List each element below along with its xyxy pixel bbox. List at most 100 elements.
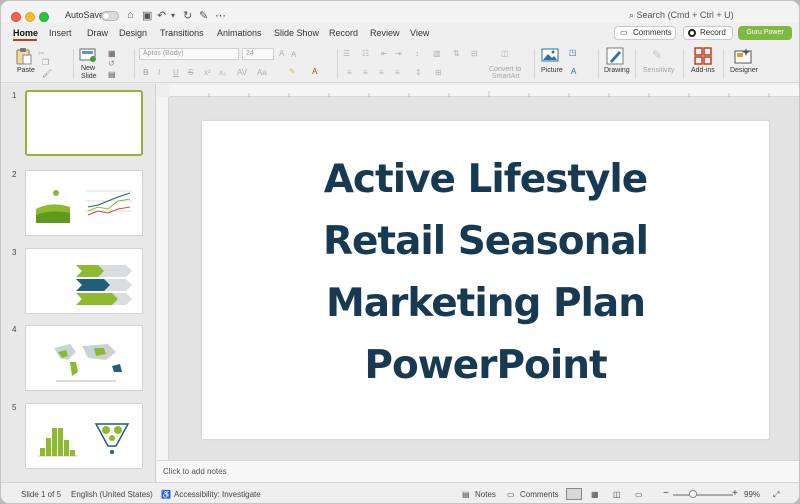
increase-indent-icon[interactable]: ⇥ <box>395 49 402 58</box>
horizontal-ruler-ticks <box>208 91 770 97</box>
notes-icon[interactable]: ▤ <box>462 490 470 499</box>
notes-toggle[interactable]: Notes <box>475 490 496 499</box>
home-icon[interactable]: ⌂ <box>127 9 134 21</box>
tab-draw[interactable]: Draw <box>87 28 108 38</box>
zoom-in-icon[interactable]: + <box>732 488 738 499</box>
zoom-window-button[interactable] <box>39 12 49 22</box>
comments-button[interactable]: ▭ Comments <box>614 26 676 40</box>
zoom-out-icon[interactable]: − <box>663 488 669 499</box>
paragraph-spacing-icon[interactable]: ⇕ <box>415 68 422 77</box>
paste-icon[interactable] <box>15 47 33 65</box>
align-text-icon[interactable]: ⊟ <box>471 49 478 58</box>
slide-sorter-icon[interactable]: ▦ <box>591 490 599 499</box>
text-direction-icon[interactable]: ⇅ <box>453 49 460 58</box>
sensitivity-icon[interactable]: ✎ <box>652 48 662 62</box>
normal-view-icon[interactable] <box>566 488 582 500</box>
change-case-icon[interactable]: Aa <box>257 68 267 77</box>
section-icon[interactable]: ▤ <box>108 70 116 79</box>
highlight-icon[interactable]: ✎ <box>289 67 296 76</box>
decrease-indent-icon[interactable]: ⇤ <box>381 49 388 58</box>
reset-icon[interactable]: ↺ <box>108 59 115 68</box>
tab-view[interactable]: View <box>410 28 429 38</box>
cut-icon[interactable]: ✂ <box>38 49 45 58</box>
slide-thumbnails-pane[interactable]: 1 2 3 4 5 <box>1 84 156 482</box>
align-left-icon[interactable]: ≡ <box>347 68 352 77</box>
guru-power-button[interactable]: Guru Power <box>738 26 792 40</box>
tab-slide-show[interactable]: Slide Show <box>274 28 319 38</box>
designer-icon[interactable] <box>734 47 752 65</box>
slide-title-line: Active Lifestyle <box>323 157 649 202</box>
tab-design[interactable]: Design <box>119 28 147 38</box>
format-painter-quick-icon[interactable]: ✎ <box>199 9 208 22</box>
horizontal-ruler[interactable] <box>169 85 799 97</box>
accessibility-status[interactable]: Accessibility: Investigate <box>174 490 261 499</box>
new-slide-icon[interactable] <box>79 47 97 63</box>
subscript-icon[interactable]: x₂ <box>219 68 226 77</box>
accessibility-icon[interactable]: ♿ <box>161 490 171 499</box>
autosave-toggle[interactable] <box>101 11 119 21</box>
line-spacing-icon[interactable]: ↕ <box>415 49 419 58</box>
strikethrough-icon[interactable]: S <box>188 68 193 77</box>
columns-icon[interactable]: ▥ <box>433 49 441 58</box>
record-button[interactable]: Record <box>683 26 733 40</box>
italic-icon[interactable]: I <box>158 68 160 77</box>
zoom-slider[interactable] <box>673 494 733 496</box>
add-ins-icon[interactable] <box>694 47 712 65</box>
reading-view-icon[interactable]: ◫ <box>613 490 621 499</box>
decrease-font-icon[interactable]: A <box>291 50 296 59</box>
font-size-select[interactable]: 24 <box>242 48 274 60</box>
search-box[interactable]: ⌕ Search (Cmd + Ctrl + U) <box>629 10 734 21</box>
notes-pane[interactable]: Click to add notes <box>157 460 799 482</box>
textbox-icon[interactable]: A <box>571 67 576 76</box>
vertical-align-icon[interactable]: ⊞ <box>435 68 442 77</box>
tab-transitions[interactable]: Transitions <box>160 28 204 38</box>
tab-insert[interactable]: Insert <box>49 28 72 38</box>
tab-review[interactable]: Review <box>370 28 400 38</box>
justify-icon[interactable]: ≡ <box>395 68 400 77</box>
align-center-icon[interactable]: ≡ <box>363 68 368 77</box>
language-status[interactable]: English (United States) <box>71 490 153 499</box>
thumb-number: 3 <box>12 248 17 257</box>
vertical-ruler[interactable] <box>157 97 169 460</box>
superscript-icon[interactable]: x² <box>204 68 211 77</box>
tab-home[interactable]: Home <box>13 28 38 38</box>
numbering-icon[interactable]: ☷ <box>362 49 369 58</box>
fit-slide-icon[interactable]: ⤢ <box>773 490 779 500</box>
format-painter-icon[interactable]: 🖌 <box>42 69 52 78</box>
picture-icon[interactable] <box>541 48 559 62</box>
smartart-icon[interactable]: ◫ <box>501 49 509 58</box>
slideshow-view-icon[interactable]: ▭ <box>635 490 643 499</box>
thumbnail-slide-2[interactable] <box>25 170 143 236</box>
thumbnail-slide-1[interactable] <box>25 90 143 156</box>
save-icon[interactable]: ▣ <box>142 9 152 22</box>
copy-icon[interactable]: ❐ <box>42 58 49 67</box>
slide-title[interactable]: Active Lifestyle Retail Seasonal Marketi… <box>202 149 769 397</box>
increase-font-icon[interactable]: A <box>279 49 284 58</box>
thumbnail-slide-3[interactable] <box>25 248 143 314</box>
drawing-icon[interactable] <box>606 47 624 65</box>
shapes-icon[interactable]: ◳ <box>569 48 577 57</box>
more-icon[interactable]: ⋯ <box>215 9 226 22</box>
align-right-icon[interactable]: ≡ <box>379 68 384 77</box>
current-slide[interactable]: Active Lifestyle Retail Seasonal Marketi… <box>202 121 769 439</box>
font-color-icon[interactable]: A <box>312 67 317 76</box>
underline-icon[interactable]: U <box>173 68 179 77</box>
character-spacing-icon[interactable]: AV <box>237 68 247 77</box>
comments-status-icon[interactable]: ▭ <box>507 490 515 499</box>
comments-toggle[interactable]: Comments <box>520 490 559 499</box>
thumbnail-slide-4[interactable] <box>25 325 143 391</box>
layout-icon[interactable]: ▦ <box>108 49 116 58</box>
thumbnail-slide-5[interactable] <box>25 403 143 469</box>
bold-icon[interactable]: B <box>143 68 149 77</box>
tab-record[interactable]: Record <box>329 28 358 38</box>
undo-icon[interactable]: ↶ <box>157 9 166 22</box>
redo-icon[interactable]: ↻ <box>183 9 192 22</box>
minimize-window-button[interactable] <box>25 12 35 22</box>
font-name-select[interactable]: Aptos (Body) <box>139 48 239 60</box>
zoom-slider-thumb[interactable] <box>689 490 697 498</box>
close-window-button[interactable] <box>11 12 21 22</box>
zoom-level[interactable]: 99% <box>744 490 760 499</box>
undo-dropdown-icon[interactable]: ▾ <box>171 11 175 20</box>
tab-animations[interactable]: Animations <box>217 28 262 38</box>
bullets-icon[interactable]: ☰ <box>343 49 350 58</box>
